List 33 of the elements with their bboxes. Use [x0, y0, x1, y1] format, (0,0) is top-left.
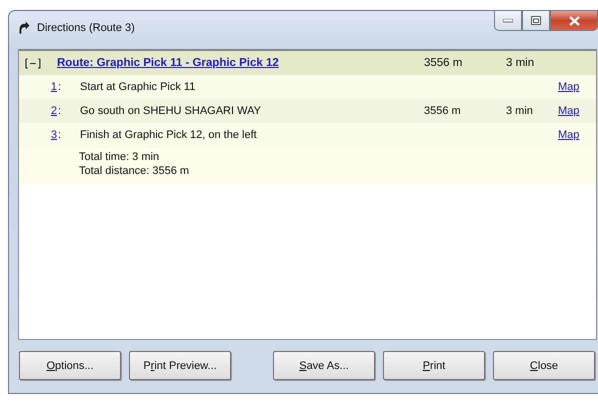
- collapse-toggle[interactable]: [−]: [23, 56, 57, 70]
- step-text: Start at Graphic Pick 11: [80, 81, 196, 93]
- dialog-button[interactable]: Save As...: [273, 351, 375, 380]
- step-text: Finish at Graphic Pick 12, on the left: [80, 129, 258, 141]
- dialog-button[interactable]: Options...: [19, 351, 121, 380]
- map-link[interactable]: Map: [558, 129, 580, 141]
- minimize-icon: [503, 18, 513, 22]
- close-button[interactable]: [550, 11, 598, 31]
- step-number-link[interactable]: 1: [50, 81, 57, 93]
- colon: :: [58, 105, 62, 117]
- colon: :: [58, 81, 62, 93]
- step-number-link[interactable]: 3: [50, 129, 57, 141]
- dialog-button[interactable]: Print Preview...: [129, 351, 231, 380]
- map-link[interactable]: Map: [558, 105, 580, 117]
- step-distance: 3556 m: [424, 105, 461, 117]
- route-time: 3 min: [506, 57, 536, 69]
- route-distance: 3556 m: [424, 57, 464, 69]
- turn-arrow-icon: [19, 21, 31, 35]
- close-icon: [568, 16, 580, 26]
- map-link[interactable]: Map: [558, 81, 580, 93]
- window-title: Directions (Route 3): [37, 22, 135, 34]
- maximize-button[interactable]: [522, 11, 550, 31]
- step-time: 3 min: [506, 105, 533, 117]
- dialog-button[interactable]: Close: [493, 351, 595, 380]
- minimize-button[interactable]: [494, 11, 522, 31]
- maximize-icon: [531, 16, 541, 25]
- dialog-button[interactable]: Print: [383, 351, 485, 380]
- step-number-link[interactable]: 2: [50, 105, 57, 117]
- colon: :: [58, 129, 62, 141]
- step-text: Go south on SHEHU SHAGARI WAY: [80, 105, 262, 117]
- route-link[interactable]: Route: Graphic Pick 11 - Graphic Pick 12: [57, 57, 424, 69]
- total-text: Total distance: 3556 m: [79, 164, 190, 178]
- total-text: Total time: 3 min: [79, 150, 160, 164]
